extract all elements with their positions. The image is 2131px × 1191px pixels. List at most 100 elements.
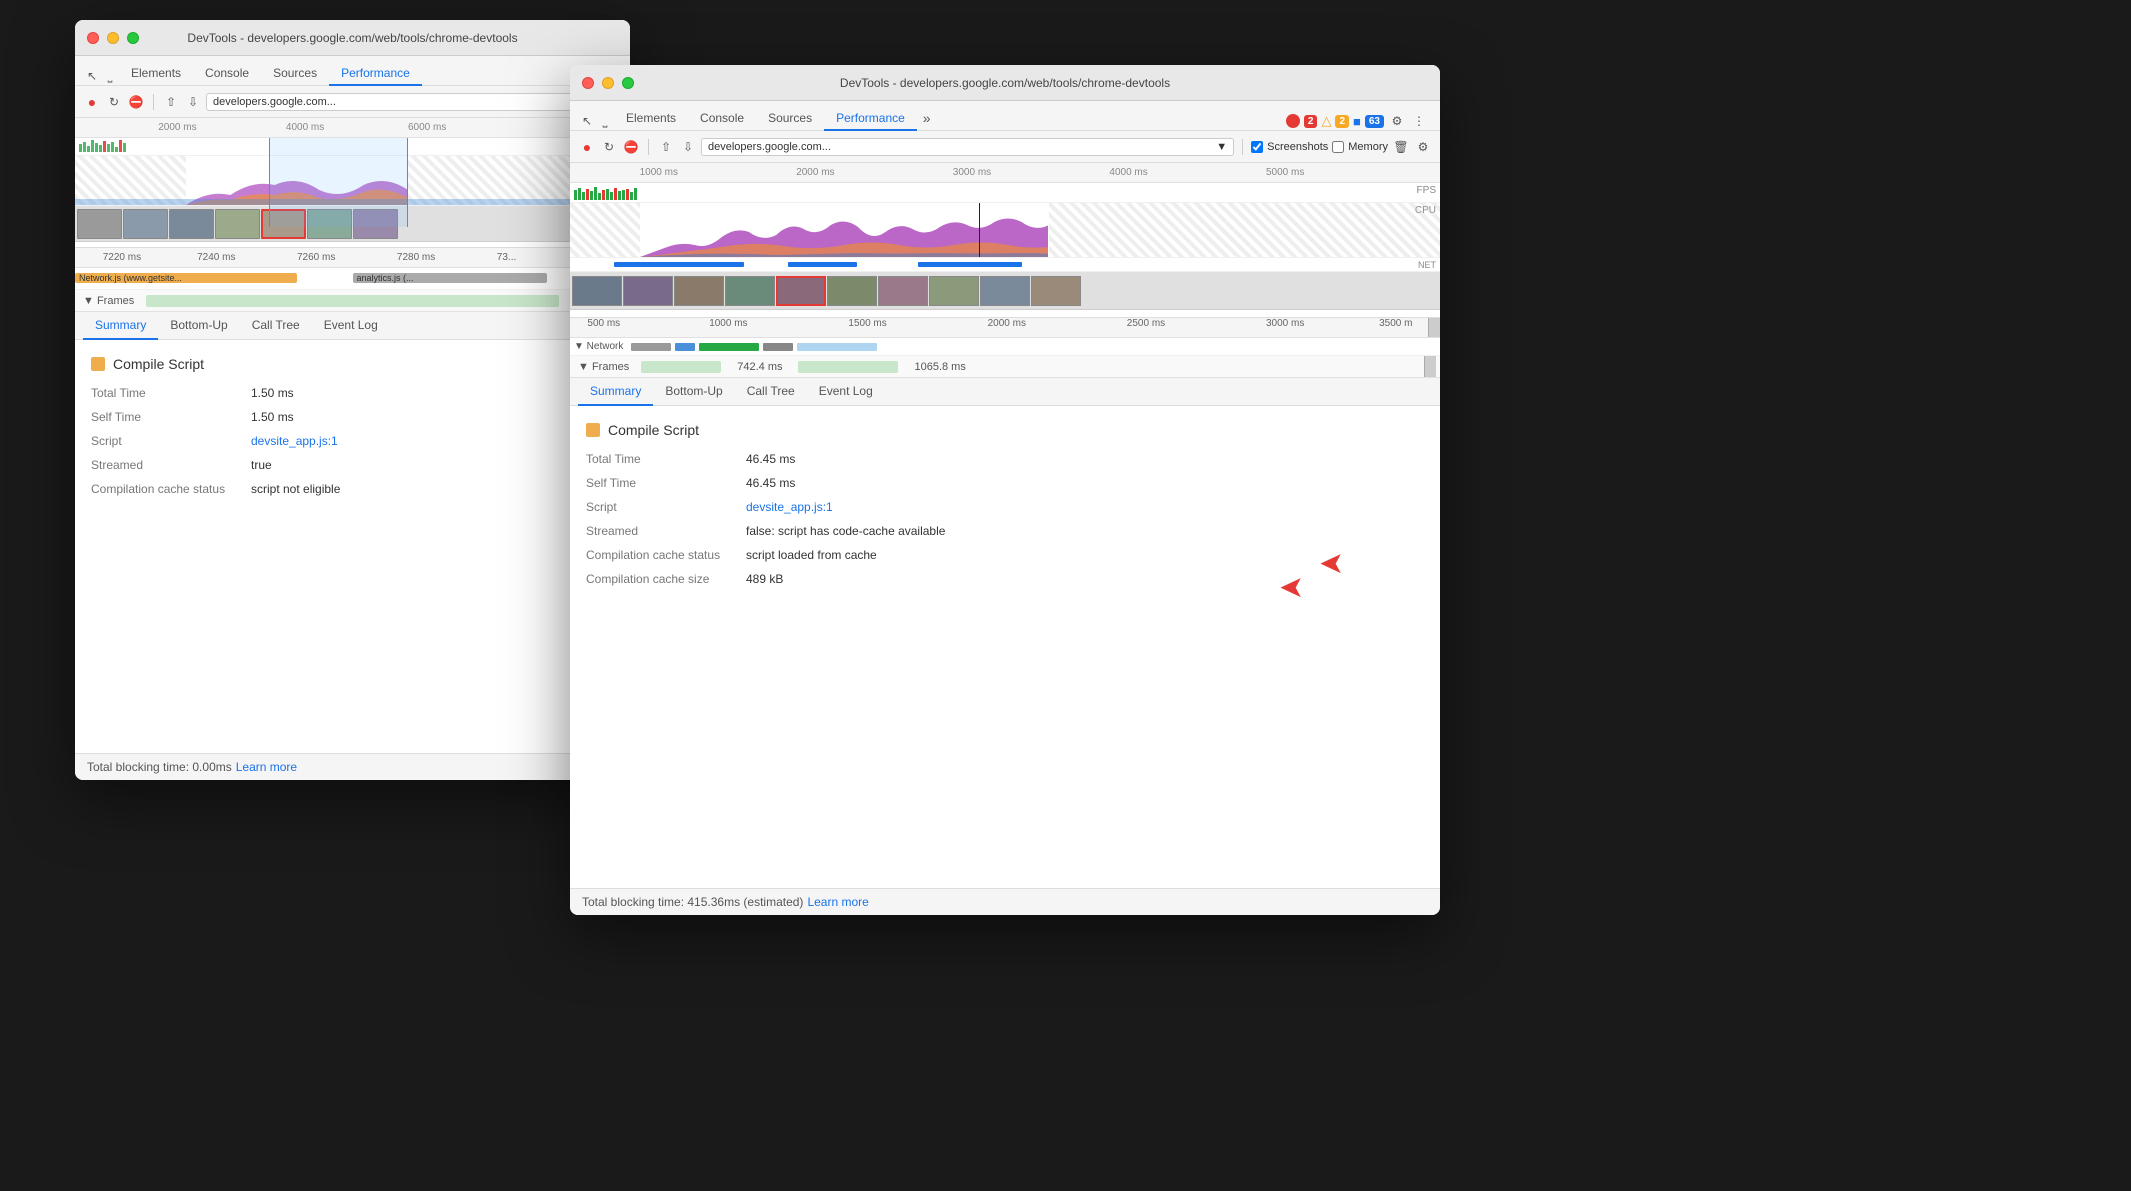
url-bar-1: developers.google.com... ▼ (206, 93, 622, 111)
script-link-1[interactable]: devsite_app.js:1 (251, 432, 338, 450)
footer-text-1: Total blocking time: 0.00ms (87, 760, 232, 774)
learn-more-link-2[interactable]: Learn more (807, 895, 868, 909)
devtools-tabs-2: ↖ ⎵ Elements Console Sources Performance… (570, 101, 1440, 131)
cache-status-value-1: script not eligible (251, 480, 340, 498)
cache-size-label-2: Compilation cache size (586, 570, 746, 588)
tab-calltree-2[interactable]: Call Tree (735, 378, 807, 406)
tick-2000-2: 2000 ms (796, 167, 834, 178)
settings-icon-2[interactable]: ⚙ (1388, 112, 1406, 130)
tick-3000: 3000 ms (953, 167, 991, 178)
scroll-right[interactable] (1424, 356, 1436, 377)
cache-status-label-1: Compilation cache status (91, 480, 251, 498)
screenshots-label: Screenshots (1267, 141, 1328, 153)
cache-size-value-2: 489 kB (746, 570, 783, 588)
timeline-ruler-2: 7220 ms 7240 ms 7260 ms 7280 ms 73... (75, 248, 630, 268)
net-bar-blue-2 (788, 262, 858, 267)
frames-section-2: ▼ Frames 742.4 ms 1065.8 ms (570, 356, 1440, 378)
close-button-1[interactable] (87, 32, 99, 44)
upload-icon-1[interactable]: ⇧ (162, 93, 180, 111)
self-time-row-2: Self Time 46.45 ms (586, 474, 1424, 492)
fps-row-2: FPS (570, 183, 1440, 203)
hatch-cpu-left (570, 203, 640, 257)
tick-4000: 4000 ms (286, 122, 324, 133)
download-icon-1[interactable]: ⇩ (184, 93, 202, 111)
clear-icon-2[interactable]: ⛔ (622, 138, 640, 156)
tab-performance-2[interactable]: Performance (824, 107, 917, 131)
more-tabs-2[interactable]: » (917, 106, 937, 130)
screenshots-checkbox-input[interactable] (1251, 141, 1263, 153)
scroll-indicator[interactable] (1428, 318, 1440, 337)
cursor-icon-2[interactable]: ↖ (578, 112, 596, 130)
tick-5000: 5000 ms (1266, 167, 1304, 178)
trash-icon-2[interactable]: 🗑 (1392, 138, 1410, 156)
tab-bottomup-1[interactable]: Bottom-Up (158, 312, 239, 340)
panel-tabs-1: Summary Bottom-Up Call Tree Event Log (75, 312, 630, 340)
cursor-icon-1[interactable]: ↖ (83, 67, 101, 85)
cpu-row-2: CPU (570, 203, 1440, 258)
maximize-button-2[interactable] (622, 77, 634, 89)
maximize-button-1[interactable] (127, 32, 139, 44)
title-bar-2: DevTools - developers.google.com/web/too… (570, 65, 1440, 101)
tab-calltree-1[interactable]: Call Tree (240, 312, 312, 340)
warning-icon-2: △ (1321, 113, 1331, 129)
tab-summary-1[interactable]: Summary (83, 312, 158, 340)
devtools-window-1: DevTools - developers.google.com/web/too… (75, 20, 630, 780)
upload-icon-2[interactable]: ⇧ (657, 138, 675, 156)
streamed-label-2: Streamed (586, 522, 746, 540)
memory-label: Memory (1348, 141, 1388, 153)
mobile-icon-1[interactable]: ⎵ (101, 67, 119, 85)
error-badge-2: 2 (1304, 115, 1318, 128)
total-time-label-2: Total Time (586, 450, 746, 468)
tab-console-2[interactable]: Console (688, 107, 756, 131)
minimize-button-1[interactable] (107, 32, 119, 44)
settings2-icon-2[interactable]: ⚙ (1414, 138, 1432, 156)
frames-label-1: ▼ Frames (83, 295, 134, 307)
panel-tabs-2: Summary Bottom-Up Call Tree Event Log (570, 378, 1440, 406)
total-time-value-2: 46.45 ms (746, 450, 795, 468)
tab-performance-1[interactable]: Performance (329, 62, 422, 86)
memory-checkbox-input[interactable] (1332, 141, 1344, 153)
cpu-waveform-2 (640, 207, 1049, 257)
divider-2b (1242, 139, 1243, 155)
refresh-icon-1[interactable]: ↻ (105, 93, 123, 111)
mobile-icon-2[interactable]: ⎵ (596, 112, 614, 130)
record-icon-1[interactable]: ● (83, 93, 101, 111)
self-time-row-1: Self Time 1.50 ms (91, 408, 614, 426)
url-dropdown-icon-2[interactable]: ▼ (1216, 141, 1227, 153)
self-time-label-2: Self Time (586, 474, 746, 492)
tab-sources-1[interactable]: Sources (261, 62, 329, 86)
error-icon-2 (1286, 114, 1300, 128)
window-title-2: DevTools - developers.google.com/web/too… (840, 76, 1170, 90)
url-text-1: developers.google.com... (213, 96, 336, 108)
timeline-ruler-1: 2000 ms 4000 ms 6000 ms (75, 118, 630, 138)
refresh-icon-2[interactable]: ↻ (600, 138, 618, 156)
download-icon-2[interactable]: ⇩ (679, 138, 697, 156)
close-button-2[interactable] (582, 77, 594, 89)
tab-summary-2[interactable]: Summary (578, 378, 653, 406)
timeline-ruler-top-2: 1000 ms 2000 ms 3000 ms 4000 ms 5000 ms (570, 163, 1440, 183)
net-bar-blue-3 (918, 262, 1022, 267)
script-link-2[interactable]: devsite_app.js:1 (746, 498, 833, 516)
minimize-button-2[interactable] (602, 77, 614, 89)
streamed-label-1: Streamed (91, 456, 251, 474)
tab-elements-1[interactable]: Elements (119, 62, 193, 86)
streamed-value-1: true (251, 456, 272, 474)
frames-bar-2a (641, 361, 721, 373)
tab-bottomup-2[interactable]: Bottom-Up (653, 378, 734, 406)
memory-checkbox[interactable]: Memory (1332, 141, 1388, 153)
learn-more-link-1[interactable]: Learn more (236, 760, 297, 774)
net-label-2: NET (1418, 260, 1436, 270)
tab-eventlog-1[interactable]: Event Log (312, 312, 390, 340)
tab-elements-2[interactable]: Elements (614, 107, 688, 131)
tab-eventlog-2[interactable]: Event Log (807, 378, 885, 406)
frames-section-1: ▼ Frames 5148.8 ms (75, 290, 630, 312)
window-title-1: DevTools - developers.google.com/web/too… (187, 31, 517, 45)
network-row-2: ▼ Network (570, 338, 1440, 356)
clear-icon-1[interactable]: ⛔ (127, 93, 145, 111)
screenshots-checkbox[interactable]: Screenshots (1251, 141, 1328, 153)
record-icon-2[interactable]: ● (578, 138, 596, 156)
screenshots-row-2 (570, 272, 1440, 310)
tab-sources-2[interactable]: Sources (756, 107, 824, 131)
more-icon-2[interactable]: ⋮ (1410, 112, 1428, 130)
tab-console-1[interactable]: Console (193, 62, 261, 86)
